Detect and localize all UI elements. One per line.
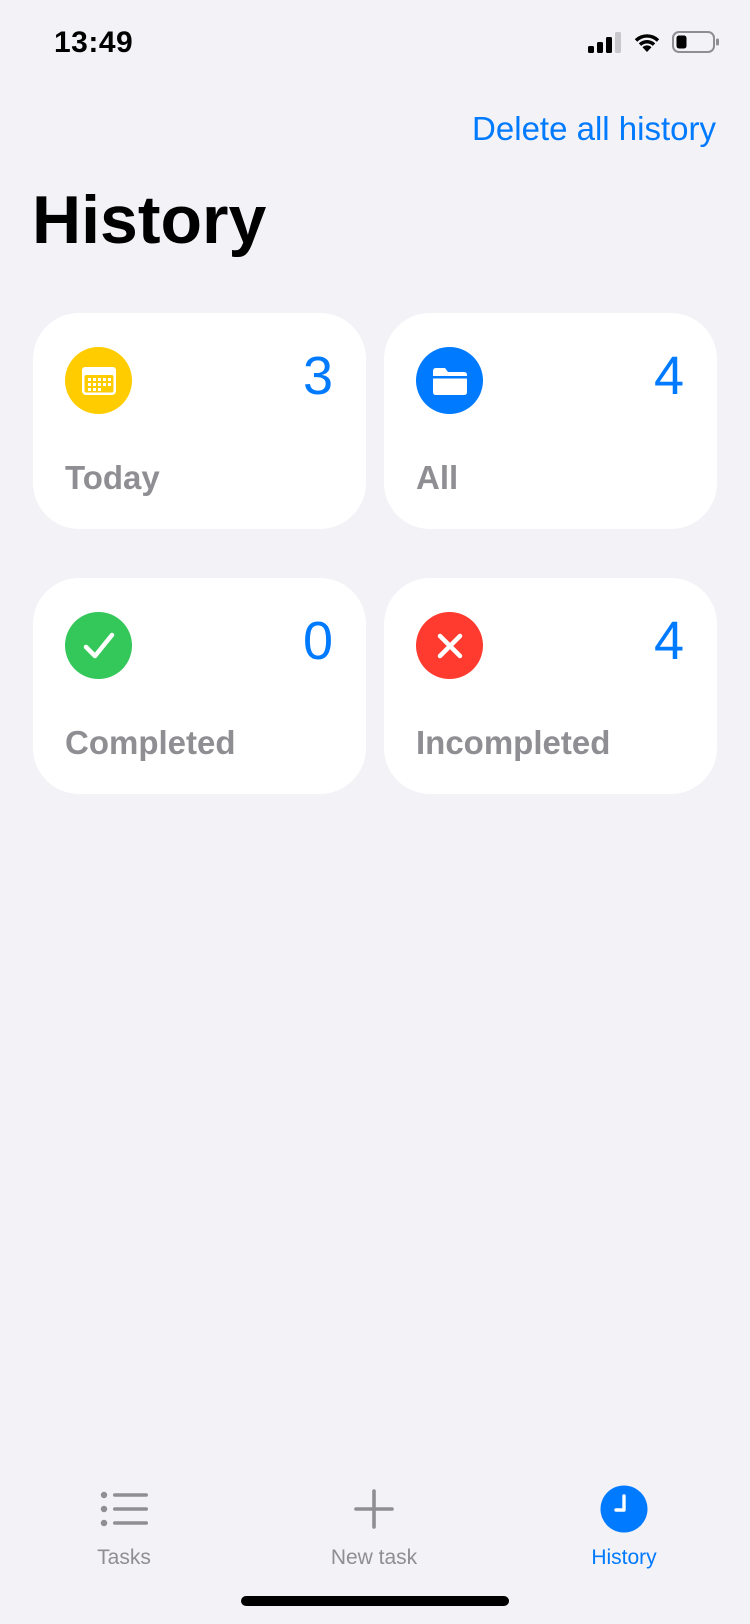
calendar-icon xyxy=(65,347,132,414)
status-icons xyxy=(588,30,720,59)
signal-icon xyxy=(588,31,622,58)
xmark-icon xyxy=(416,612,483,679)
incompleted-count: 4 xyxy=(653,611,684,671)
history-cards-grid: 3 Today 4 All 0 Completed 4 Incompleted xyxy=(33,313,717,794)
tab-new-task-label: New task xyxy=(330,1546,418,1569)
tab-tasks[interactable]: Tasks xyxy=(49,1470,199,1570)
status-time: 13:49 xyxy=(54,26,134,59)
clock-icon xyxy=(549,1478,699,1540)
all-count: 4 xyxy=(653,346,684,406)
plus-icon xyxy=(299,1478,449,1540)
page-title: History xyxy=(32,182,267,258)
card-today[interactable]: 3 Today xyxy=(33,313,366,529)
checkmark-icon xyxy=(65,612,132,679)
card-incompleted[interactable]: 4 Incompleted xyxy=(384,578,717,794)
tab-history[interactable]: History xyxy=(549,1470,699,1570)
completed-label: Completed xyxy=(65,724,236,761)
all-label: All xyxy=(416,459,459,496)
card-all[interactable]: 4 All xyxy=(384,313,717,529)
status-bar: 13:49 xyxy=(0,0,750,90)
today-label: Today xyxy=(65,459,160,496)
tab-new-task[interactable]: New task xyxy=(299,1470,449,1570)
incompleted-label: Incompleted xyxy=(416,724,611,761)
tab-tasks-label: Tasks xyxy=(97,1546,151,1569)
history-screen: 13:49 Delete all history History 3 Today… xyxy=(0,0,750,1624)
completed-count: 0 xyxy=(302,611,333,671)
battery-icon xyxy=(672,30,720,59)
list-icon xyxy=(49,1478,199,1540)
delete-all-history-button[interactable]: Delete all history xyxy=(472,110,716,148)
card-completed[interactable]: 0 Completed xyxy=(33,578,366,794)
tab-history-label: History xyxy=(591,1546,657,1569)
today-count: 3 xyxy=(302,346,333,406)
wifi-icon xyxy=(632,31,662,58)
folder-icon xyxy=(416,347,483,414)
home-indicator xyxy=(241,1596,509,1606)
